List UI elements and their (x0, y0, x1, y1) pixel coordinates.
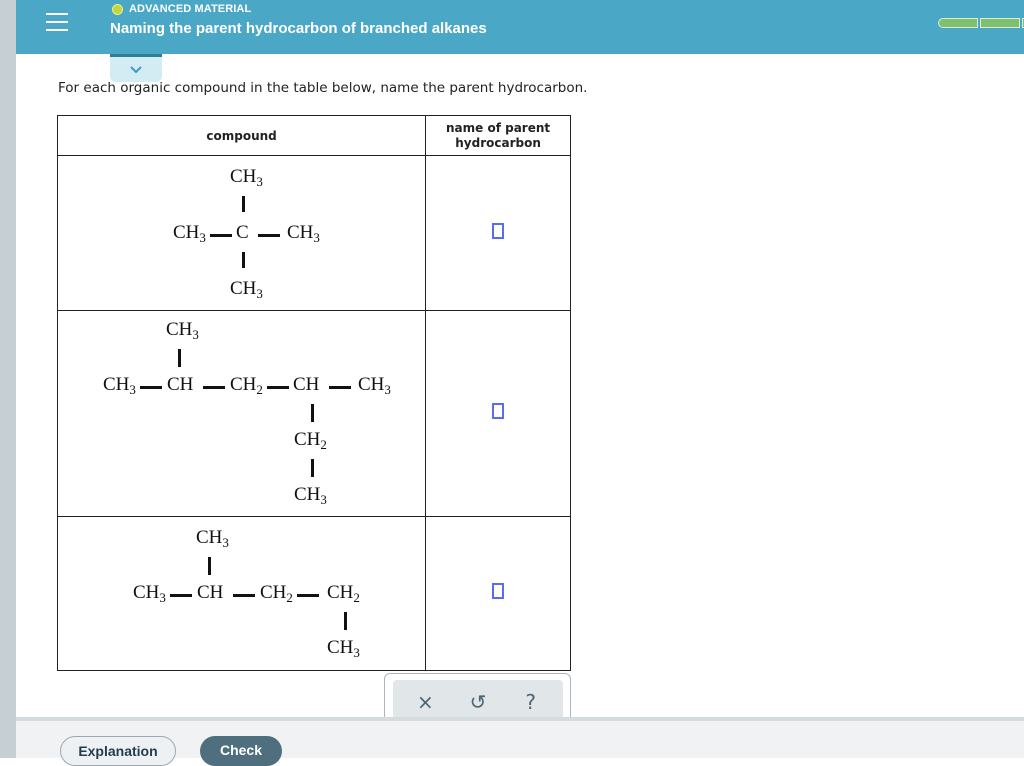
bond (210, 234, 232, 237)
menu-icon[interactable] (46, 13, 70, 33)
topic-label: ADVANCED MATERIAL (129, 3, 252, 15)
group-c2: CH (197, 582, 224, 603)
column-header-compound: compound (56, 115, 427, 156)
group-c4: CH (293, 374, 320, 395)
bond (297, 594, 319, 597)
group-right: CH3 (287, 222, 320, 245)
group-branch-down: CH3 (327, 637, 360, 660)
group-c5: CH3 (358, 374, 391, 397)
group-bottom: CH3 (230, 278, 263, 301)
topic-row: ADVANCED MATERIAL (112, 3, 251, 15)
group-left: CH3 (173, 222, 206, 245)
group-c3: CH2 (230, 374, 263, 397)
column-header-parent-name: name of parent hydrocarbon (425, 115, 571, 156)
bond (242, 252, 245, 268)
group-branch-down-2: CH3 (294, 484, 327, 507)
bond (344, 612, 347, 630)
group-top: CH3 (230, 166, 263, 189)
topic-status-dot-icon (112, 3, 123, 15)
table-header-row: compound name of parent hydrocarbon (56, 115, 571, 156)
bond (203, 386, 225, 389)
table-row: CH3 CH3 CH CH2 CH2 CH3 (56, 516, 571, 671)
column-header-line: hydrocarbon (455, 135, 541, 150)
bond (242, 196, 245, 212)
left-rail (0, 0, 16, 758)
compound-structure: CH3 CH3 CH CH2 CH CH3 CH2 CH3 (56, 310, 427, 517)
table-row: CH3 CH3 C CH3 CH3 (56, 155, 571, 311)
progress-segment (980, 18, 1020, 28)
compound-structure: CH3 CH3 C CH3 CH3 (56, 155, 427, 311)
undo-icon[interactable]: ↺ (463, 690, 493, 714)
progress-segment (938, 18, 978, 28)
group-c3: CH2 (260, 582, 293, 605)
bond (208, 557, 211, 575)
help-icon[interactable]: ? (516, 690, 546, 714)
answer-input[interactable] (492, 583, 505, 599)
group-c2: CH (167, 374, 194, 395)
question-table: compound name of parent hydrocarbon CH3 … (56, 115, 571, 671)
group-branch-top: CH3 (166, 319, 199, 342)
answer-cell (425, 516, 571, 671)
explanation-button[interactable]: Explanation (60, 736, 176, 766)
column-header-line: name of parent (446, 120, 551, 135)
bond (311, 459, 314, 477)
compound-structure: CH3 CH3 CH CH2 CH2 CH3 (56, 516, 427, 671)
answer-input[interactable] (492, 403, 505, 419)
check-button[interactable]: Check (200, 736, 282, 766)
group-center: C (236, 222, 249, 243)
group-c1: CH3 (103, 374, 136, 397)
bond (258, 234, 280, 237)
header-bar: ADVANCED MATERIAL Naming the parent hydr… (16, 0, 1024, 54)
group-branch-down-1: CH2 (294, 429, 327, 452)
footer-bar: Explanation Check (16, 717, 1024, 766)
answer-input[interactable] (492, 222, 505, 239)
bond (170, 594, 192, 597)
bond (140, 386, 162, 389)
group-c4: CH2 (327, 582, 360, 605)
answer-cell (425, 310, 571, 517)
page-title: Naming the parent hydrocarbon of branche… (110, 20, 487, 37)
group-branch-top: CH3 (196, 527, 229, 550)
clear-icon[interactable]: × (410, 690, 440, 714)
bond (311, 404, 314, 422)
answer-tools-panel: × ↺ ? (384, 673, 571, 724)
bond (329, 386, 351, 389)
progress-bar (938, 18, 1024, 28)
instructions: For each organic compound in the table b… (58, 80, 588, 96)
bond (267, 386, 289, 389)
collapse-header-button[interactable] (110, 54, 162, 82)
chevron-down-icon (130, 65, 142, 73)
bond (233, 594, 255, 597)
group-c1: CH3 (133, 582, 166, 605)
answer-cell (425, 155, 571, 311)
table-row: CH3 CH3 CH CH2 CH CH3 CH2 CH3 (56, 310, 571, 517)
bond (178, 349, 181, 367)
